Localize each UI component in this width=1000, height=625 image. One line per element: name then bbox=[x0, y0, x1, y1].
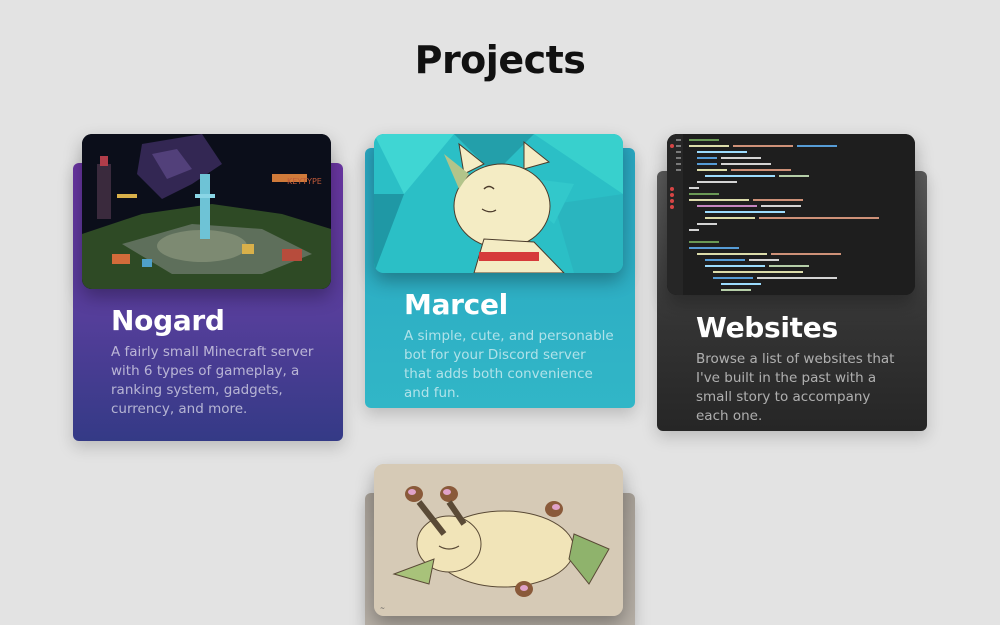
marcel-mascot-illustration-icon bbox=[374, 134, 623, 273]
project-title: Websites bbox=[696, 311, 838, 344]
project-title: Marcel bbox=[404, 288, 508, 321]
svg-text:~: ~ bbox=[380, 605, 385, 612]
code-editor-screenshot-icon bbox=[667, 134, 915, 295]
marcel-thumbnail[interactable] bbox=[374, 134, 623, 273]
project-description: A simple, cute, and personable bot for y… bbox=[404, 328, 614, 401]
minecraft-server-screenshot-icon: KEYTYPE bbox=[82, 134, 331, 289]
sleeping-leafeon-drawing-icon: ~ bbox=[374, 464, 623, 616]
project-description: Browse a list of websites that I've buil… bbox=[696, 351, 895, 424]
websites-thumbnail[interactable] bbox=[667, 134, 915, 295]
page-title: Projects bbox=[414, 38, 586, 82]
project-description: A fairly small Minecraft server with 6 t… bbox=[111, 344, 314, 417]
svg-text:KEYTYPE: KEYTYPE bbox=[287, 177, 322, 186]
project-title: Nogard bbox=[111, 304, 225, 337]
artwork-thumbnail[interactable]: ~ bbox=[374, 464, 623, 616]
nogard-thumbnail[interactable]: KEYTYPE bbox=[82, 134, 331, 289]
